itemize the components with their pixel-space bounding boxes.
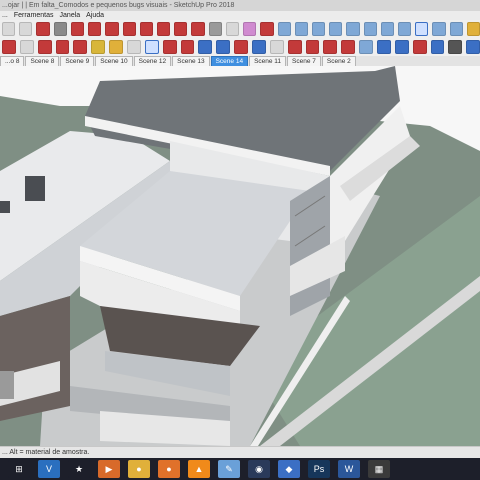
select-icon[interactable] bbox=[2, 22, 16, 36]
monochrome-icon[interactable] bbox=[449, 22, 463, 36]
vlc-icon[interactable]: ▲ bbox=[188, 460, 210, 478]
scale-icon[interactable] bbox=[191, 22, 205, 36]
push-pull-icon[interactable] bbox=[105, 22, 119, 36]
os-taskbar: ⊞ V ★ ▶ ● ● ▲ ✎ ◉ ◆ Ps W ▦ bbox=[0, 458, 480, 480]
front-gate bbox=[0, 371, 14, 399]
scene-tab[interactable]: Scene 14 bbox=[210, 56, 249, 66]
position-camera-icon[interactable] bbox=[180, 40, 195, 54]
menu-item-ferramentas[interactable]: Ferramentas bbox=[14, 11, 54, 20]
photoshop-icon[interactable]: Ps bbox=[308, 460, 330, 478]
scene-tab[interactable]: Scene 8 bbox=[25, 56, 60, 66]
scenes-icon[interactable] bbox=[377, 40, 391, 54]
pie-icon[interactable] bbox=[88, 22, 102, 36]
scene-tab[interactable]: Scene 9 bbox=[60, 56, 95, 66]
fog-icon[interactable] bbox=[412, 40, 427, 54]
zoom-window-icon[interactable] bbox=[216, 40, 231, 54]
windows-start-icon[interactable]: ⊞ bbox=[8, 460, 30, 478]
star-app-icon[interactable]: ★ bbox=[68, 460, 90, 478]
top-view-icon[interactable] bbox=[294, 22, 308, 36]
intersect-icon[interactable] bbox=[208, 22, 222, 36]
wireframe-icon[interactable] bbox=[398, 22, 412, 36]
orbit-icon[interactable] bbox=[2, 40, 16, 54]
paint-app-icon[interactable]: ✎ bbox=[218, 460, 240, 478]
word-icon[interactable]: W bbox=[338, 460, 360, 478]
shadows-icon[interactable] bbox=[394, 40, 409, 54]
polygon-icon[interactable] bbox=[53, 22, 67, 36]
components-icon[interactable] bbox=[305, 40, 320, 54]
dimensions-icon[interactable] bbox=[144, 40, 159, 54]
eraser-icon[interactable] bbox=[243, 22, 257, 36]
model-viewport[interactable] bbox=[0, 66, 480, 446]
follow-me-icon[interactable] bbox=[156, 22, 171, 36]
scene-tab[interactable]: Scene 2 bbox=[321, 56, 356, 66]
status-text: ... Alt = material de amostra. bbox=[2, 449, 90, 456]
left-window-small bbox=[0, 201, 10, 213]
layers-icon[interactable] bbox=[359, 40, 374, 54]
front-view-icon[interactable] bbox=[311, 22, 326, 36]
protractor-icon[interactable] bbox=[91, 40, 106, 54]
window-title-bar: ...ojar | | Em falta_Comodos e pequenos … bbox=[0, 0, 480, 11]
menu-item-partial[interactable]: ... bbox=[2, 11, 8, 20]
left-window bbox=[25, 176, 45, 201]
offset-icon[interactable] bbox=[174, 22, 188, 36]
visual-studio-icon[interactable]: V bbox=[38, 460, 60, 478]
scene-tab[interactable]: Scene 10 bbox=[95, 56, 133, 66]
scene-tab[interactable]: Scene 11 bbox=[249, 56, 287, 66]
steam-icon[interactable]: ◉ bbox=[248, 460, 270, 478]
rotate-icon[interactable] bbox=[139, 22, 153, 36]
text-icon[interactable] bbox=[109, 40, 124, 54]
left-view-icon[interactable] bbox=[363, 22, 377, 36]
window-title: ...ojar | | Em falta_Comodos e pequenos … bbox=[2, 2, 235, 9]
rectangle-icon[interactable] bbox=[19, 22, 33, 36]
instructor-icon[interactable] bbox=[466, 40, 480, 54]
back-view-icon[interactable] bbox=[346, 22, 360, 36]
scene-tab[interactable]: Scene 12 bbox=[133, 56, 172, 66]
menu-item-janela[interactable]: Janela bbox=[60, 11, 81, 20]
materials-icon[interactable] bbox=[323, 40, 338, 54]
chrome-icon[interactable]: ● bbox=[128, 460, 150, 478]
building-model bbox=[0, 66, 480, 446]
menu-item-ajuda[interactable]: Ajuda bbox=[86, 11, 104, 20]
match-photo-icon[interactable] bbox=[430, 40, 445, 54]
scene-tabs: ...o 8 Scene 8 Scene 9 Scene 10 Scene 12 Scen… bbox=[0, 56, 480, 66]
move-icon[interactable] bbox=[122, 22, 136, 36]
secondary-toolbar bbox=[0, 38, 480, 56]
scene-tab[interactable]: Scene 7 bbox=[287, 56, 321, 66]
textured-icon[interactable] bbox=[432, 22, 446, 36]
walk-icon[interactable] bbox=[162, 40, 177, 54]
undo-icon[interactable] bbox=[37, 40, 52, 54]
main-toolbar bbox=[0, 20, 480, 38]
pan-icon[interactable] bbox=[19, 40, 34, 54]
firefox-icon[interactable]: ● bbox=[158, 460, 180, 478]
app-grid-icon[interactable]: ▦ bbox=[368, 460, 390, 478]
zoom-extents-icon[interactable] bbox=[234, 40, 249, 54]
arc-icon[interactable] bbox=[70, 22, 85, 36]
scene-tab[interactable]: ...o 8 bbox=[0, 56, 25, 66]
redo-icon[interactable] bbox=[55, 40, 70, 54]
zoom-icon[interactable] bbox=[198, 40, 213, 54]
tape-measure-icon[interactable] bbox=[73, 40, 88, 54]
axes-icon[interactable] bbox=[127, 40, 141, 54]
scene-tab[interactable]: Scene 13 bbox=[172, 56, 210, 66]
iso-view-icon[interactable] bbox=[277, 22, 291, 36]
circle-icon[interactable] bbox=[36, 22, 50, 36]
outliner-icon[interactable] bbox=[287, 40, 302, 54]
section-icon[interactable] bbox=[466, 22, 480, 36]
paint-icon[interactable] bbox=[260, 22, 274, 36]
right-view-icon[interactable] bbox=[329, 22, 343, 36]
menu-bar: ... Ferramentas Janela Ajuda bbox=[0, 11, 480, 20]
app-icon[interactable]: ◆ bbox=[278, 460, 300, 478]
styles-icon[interactable] bbox=[341, 40, 356, 54]
previous-view-icon[interactable] bbox=[269, 40, 284, 54]
shaded-icon[interactable] bbox=[415, 22, 429, 36]
status-bar: ... Alt = material de amostra. bbox=[0, 446, 480, 458]
soften-edges-icon[interactable] bbox=[448, 40, 463, 54]
look-around-icon[interactable] bbox=[252, 40, 266, 54]
sandbox-icon[interactable] bbox=[225, 22, 240, 36]
media-player-icon[interactable]: ▶ bbox=[98, 460, 120, 478]
xray-icon[interactable] bbox=[380, 22, 395, 36]
